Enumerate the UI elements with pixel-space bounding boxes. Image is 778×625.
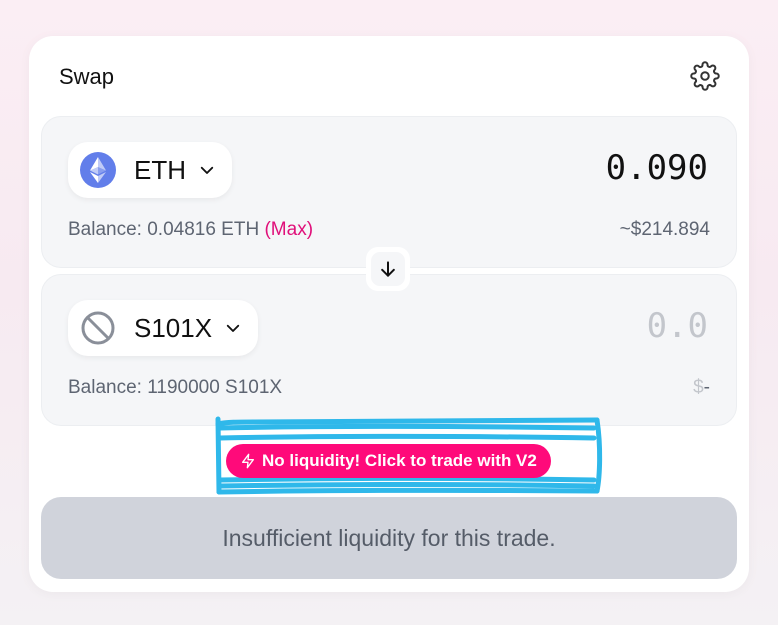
to-panel: S101X Balance: 1190000 S101X $- [41,274,737,426]
gear-icon [690,61,720,91]
arrow-down-icon [381,261,395,277]
from-token-select[interactable]: ETH [68,142,232,198]
from-usd-value: ~$214.894 [619,219,710,240]
from-balance: Balance: 0.04816 ETH (Max) [68,219,313,241]
to-amount-input[interactable] [406,305,710,347]
trade-with-v2-button[interactable]: No liquidity! Click to trade with V2 [226,444,551,478]
chevron-down-icon [198,161,216,179]
swap-title: Swap [59,64,115,89]
to-token-select[interactable]: S101X [68,300,259,356]
chevron-down-icon [224,319,242,337]
swap-submit-button[interactable]: Insufficient liquidity for this trade. [41,497,737,579]
from-panel: ETH Balance: 0.04816 ETH (Max) ~$214.894 [41,116,737,268]
swap-card: Swap ETH 0.090 Balance: 0.04816 ETH (Max… [29,36,749,592]
from-balance-text: Balance: 0.04816 ETH [68,219,265,240]
switch-direction-inner [371,252,405,286]
to-usd-amount: - [703,377,710,398]
to-balance: Balance: 1190000 S101X [68,377,283,398]
settings-button[interactable] [689,60,721,92]
no-token-icon [80,310,116,346]
ethereum-icon [80,152,116,188]
to-usd-value: $- [693,377,710,399]
trade-with-v2-label: No liquidity! Click to trade with V2 [262,451,537,470]
lightning-icon [240,453,256,469]
switch-direction-button[interactable] [366,247,410,291]
to-usd-sign: $ [693,377,704,398]
to-token-symbol: S101X [134,312,213,343]
max-button[interactable]: (Max) [264,219,313,240]
from-token-symbol: ETH [134,154,186,185]
from-amount-input[interactable] [406,147,710,189]
